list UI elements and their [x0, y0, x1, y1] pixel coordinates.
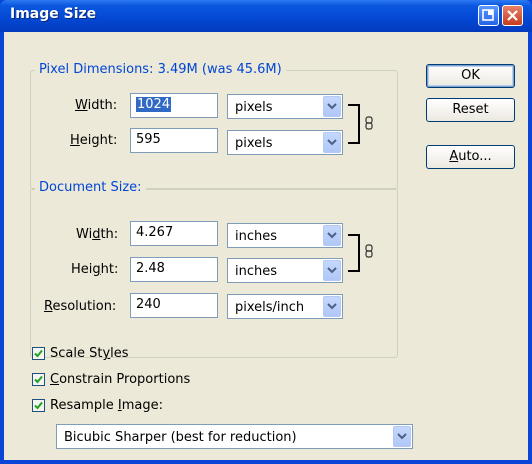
- chevron-down-icon[interactable]: [323, 225, 341, 246]
- pixel-width-input[interactable]: 1024: [130, 93, 218, 118]
- checkmark-icon: [34, 401, 43, 410]
- pixel-height-label: Height:: [70, 133, 118, 148]
- document-size-label: Document Size:: [35, 180, 146, 195]
- resolution-input[interactable]: 240: [130, 293, 218, 318]
- resolution-unit-select[interactable]: pixels/inch: [227, 294, 343, 319]
- constrain-proportions-checkbox[interactable]: [32, 373, 45, 386]
- resample-image-checkbox[interactable]: [32, 399, 45, 412]
- pixel-height-unit-select[interactable]: pixels: [227, 130, 343, 155]
- resample-method-select[interactable]: Bicubic Sharper (best for reduction): [56, 424, 413, 449]
- checkmark-icon: [34, 349, 43, 358]
- pixel-height-input[interactable]: 595: [130, 128, 218, 153]
- dialog-title: Image Size: [10, 6, 97, 22]
- chevron-down-icon[interactable]: [323, 132, 341, 153]
- help-button[interactable]: [478, 5, 499, 26]
- pixel-width-label: Width:: [75, 98, 118, 113]
- scale-styles-label[interactable]: Scale Styles: [50, 346, 129, 361]
- doc-width-unit-select[interactable]: inches: [227, 223, 343, 248]
- dialog-body: Pixel Dimensions: 3.49M (was 45.6M) Widt…: [4, 32, 528, 460]
- close-icon: [507, 10, 518, 21]
- doc-constrain-bracket: [348, 234, 360, 272]
- reset-button[interactable]: Reset: [426, 98, 515, 122]
- pixel-size-text: 3.49M (was 45.6M): [157, 62, 282, 77]
- doc-height-label: Height:: [71, 262, 119, 277]
- link-icon: [365, 244, 373, 262]
- title-bar[interactable]: Image Size: [0, 0, 532, 32]
- ok-button[interactable]: OK: [426, 64, 515, 88]
- doc-height-unit-select[interactable]: inches: [227, 258, 343, 283]
- scale-styles-checkbox[interactable]: [32, 347, 45, 360]
- pixel-dimensions-label: Pixel Dimensions: 3.49M (was 45.6M): [35, 62, 286, 77]
- chevron-down-icon[interactable]: [323, 96, 341, 117]
- doc-width-label: Width:: [76, 227, 119, 242]
- help-icon: [482, 9, 494, 21]
- image-size-dialog: Image Size Pixel Dimensions: 3.49M (was …: [0, 0, 532, 464]
- doc-width-input[interactable]: 4.267: [130, 221, 218, 246]
- resolution-label: Resolution:: [44, 299, 117, 314]
- doc-height-input[interactable]: 2.48: [130, 257, 218, 282]
- auto-button[interactable]: Auto...: [426, 145, 515, 169]
- chevron-down-icon[interactable]: [323, 260, 341, 281]
- pixel-width-unit-select[interactable]: pixels: [227, 94, 343, 119]
- close-button[interactable]: [502, 5, 523, 26]
- link-icon: [365, 116, 373, 134]
- chevron-down-icon[interactable]: [323, 296, 341, 317]
- constrain-proportions-label[interactable]: Constrain Proportions: [50, 372, 190, 387]
- pixel-constrain-bracket: [348, 104, 360, 144]
- checkmark-icon: [34, 375, 43, 384]
- resample-image-label[interactable]: Resample Image:: [50, 398, 163, 413]
- chevron-down-icon[interactable]: [393, 426, 411, 447]
